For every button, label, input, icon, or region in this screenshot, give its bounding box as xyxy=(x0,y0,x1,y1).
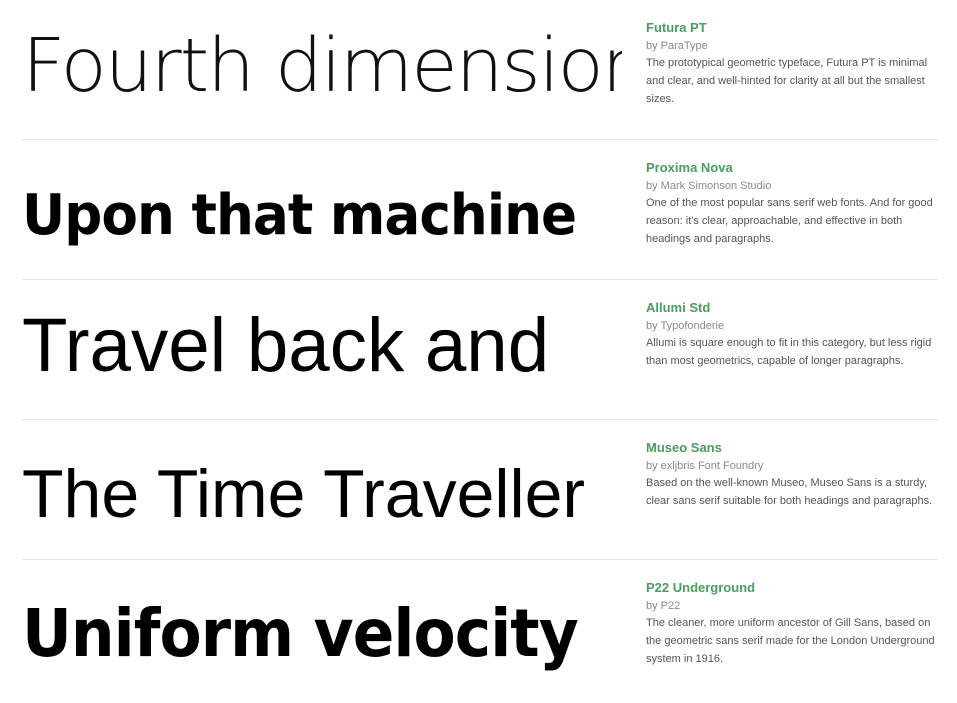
font-sample: Fourth dimension xyxy=(22,0,622,140)
font-foundry: by P22 xyxy=(646,600,681,612)
font-info: Proxima Nova by Mark Simonson Studio One… xyxy=(646,160,938,248)
font-foundry: by Mark Simonson Studio xyxy=(646,180,772,192)
font-description: The prototypical geometric typeface, Fut… xyxy=(646,57,928,105)
font-name-link[interactable]: Allumi Std xyxy=(646,300,938,316)
font-row-museo-sans: The Time Traveller Museo Sans by exljbri… xyxy=(22,420,938,560)
font-name-link[interactable]: Museo Sans xyxy=(646,440,938,456)
font-info: Museo Sans by exljbris Font Foundry Base… xyxy=(646,440,938,510)
font-sample-text: Uniform velocity xyxy=(22,595,579,672)
font-info: Allumi Std by Typofonderie Allumi is squ… xyxy=(646,300,938,370)
font-foundry: by exljbris Font Foundry xyxy=(646,460,764,472)
font-sample: The Time Traveller xyxy=(22,420,622,560)
font-info: P22 Underground by P22 The cleaner, more… xyxy=(646,580,938,668)
font-row-proxima-nova: Upon that machine Proxima Nova by Mark S… xyxy=(22,140,938,280)
font-sample: Uniform velocity xyxy=(22,560,622,700)
font-list: Fourth dimension Futura PT by ParaType T… xyxy=(22,0,938,700)
font-sample: Upon that machine xyxy=(22,140,622,280)
font-row-p22-underground: Uniform velocity P22 Underground by P22 … xyxy=(22,560,938,700)
font-foundry: by ParaType xyxy=(646,40,708,52)
font-sample-text: Fourth dimension xyxy=(22,23,622,109)
font-name-link[interactable]: Futura PT xyxy=(646,20,938,36)
font-row-futura-pt: Fourth dimension Futura PT by ParaType T… xyxy=(22,0,938,140)
font-description: The cleaner, more uniform ancestor of Gi… xyxy=(646,617,935,665)
font-name-link[interactable]: Proxima Nova xyxy=(646,160,938,176)
font-name-link[interactable]: P22 Underground xyxy=(646,580,938,596)
font-sample-text: Travel back and xyxy=(22,303,550,388)
font-description: Allumi is square enough to fit in this c… xyxy=(646,337,932,367)
font-sample: Travel back and xyxy=(22,280,622,420)
font-row-allumi-std: Travel back and Allumi Std by Typofonder… xyxy=(22,280,938,420)
font-info: Futura PT by ParaType The prototypical g… xyxy=(646,20,938,108)
font-description: One of the most popular sans serif web f… xyxy=(646,197,933,245)
font-sample-text: The Time Traveller xyxy=(22,456,586,532)
font-sample-text: Upon that machine xyxy=(22,183,577,248)
font-description: Based on the well-known Museo, Museo San… xyxy=(646,477,933,507)
font-foundry: by Typofonderie xyxy=(646,320,725,332)
